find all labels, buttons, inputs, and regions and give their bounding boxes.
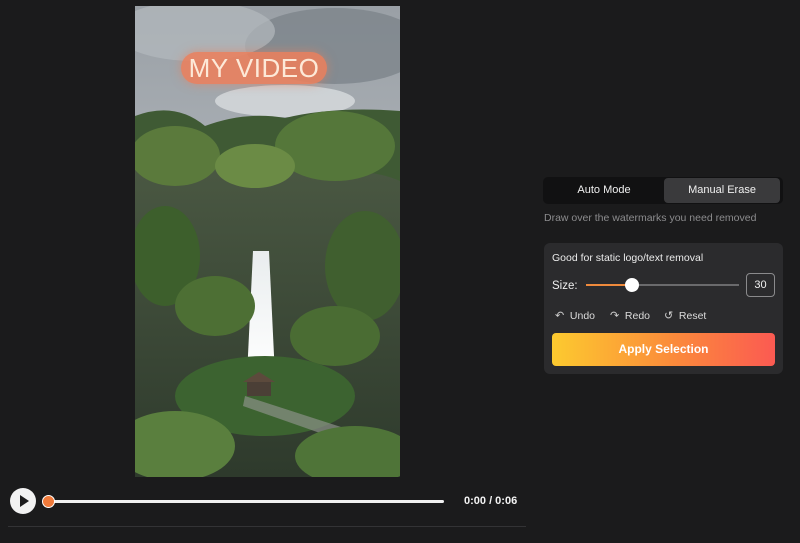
play-icon — [20, 495, 29, 507]
mode-toggle: Auto Mode Manual Erase — [543, 177, 783, 204]
timeline-track — [48, 500, 444, 503]
redo-arrow-icon: ↷ — [610, 310, 620, 322]
brush-size-slider[interactable] — [586, 278, 739, 292]
reset-label: Reset — [678, 310, 707, 322]
tab-auto-mode[interactable]: Auto Mode — [545, 178, 663, 203]
undo-arrow-icon: ↶ — [555, 310, 565, 322]
watermark-remover-editor: MY VIDEO 0:00 / 0:06 Auto Mode Manual Er… — [0, 0, 800, 543]
play-button[interactable] — [10, 488, 36, 514]
undo-button[interactable]: ↶ Undo — [555, 309, 595, 323]
undo-label: Undo — [569, 310, 596, 322]
tab-manual-erase[interactable]: Manual Erase — [664, 178, 780, 203]
erase-settings-panel: Good for static logo/text removal Size: … — [544, 243, 783, 374]
reset-button[interactable]: ↺ Reset — [664, 309, 706, 323]
panel-title: Good for static logo/text removal — [552, 252, 704, 264]
brush-size-input[interactable]: 30 — [746, 273, 775, 297]
timeline-scrubber[interactable] — [42, 495, 444, 508]
redo-label: Redo — [624, 310, 651, 322]
timeline-handle[interactable] — [42, 495, 55, 508]
video-preview[interactable]: MY VIDEO — [135, 6, 400, 477]
apply-selection-button[interactable]: Apply Selection — [552, 333, 775, 366]
instruction-hint: Draw over the watermarks you need remove… — [544, 212, 757, 224]
reset-icon: ↺ — [664, 310, 674, 322]
video-watermark-text: MY VIDEO — [181, 52, 327, 84]
time-readout: 0:00 / 0:06 — [464, 495, 518, 507]
slider-thumb[interactable] — [624, 278, 639, 292]
brush-size-label: Size: — [552, 280, 578, 292]
redo-button[interactable]: ↷ Redo — [610, 309, 650, 323]
divider — [8, 526, 526, 527]
